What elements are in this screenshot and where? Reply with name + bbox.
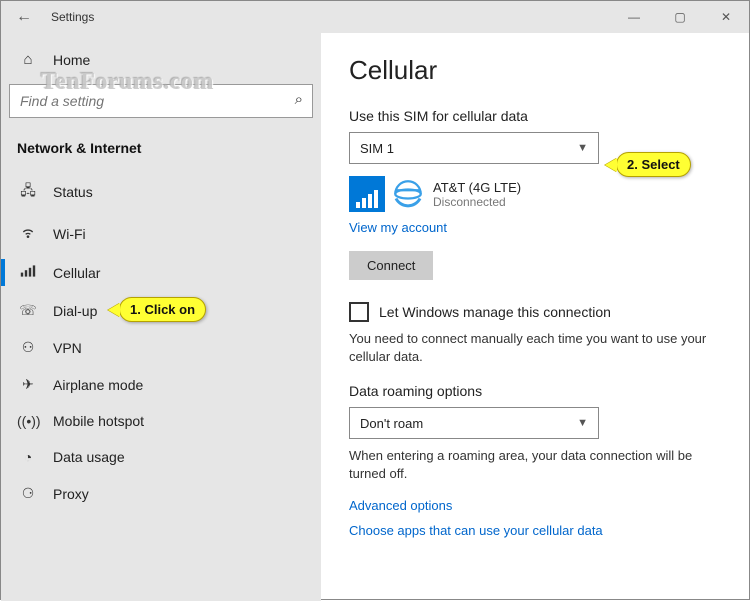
connect-button[interactable]: Connect — [349, 251, 433, 280]
roaming-label: Data roaming options — [349, 383, 721, 399]
titlebar: ← Settings — ▢ ✕ — [1, 1, 749, 33]
nav-cellular[interactable]: Cellular — [9, 253, 313, 292]
chevron-down-icon: ▼ — [577, 417, 588, 429]
close-button[interactable]: ✕ — [703, 1, 749, 33]
roaming-dropdown[interactable]: Don't roam ▼ — [349, 407, 599, 439]
carrier-name: AT&T (4G LTE) — [433, 180, 521, 195]
nav-airplane[interactable]: ✈ Airplane mode — [9, 366, 313, 403]
maximize-button[interactable]: ▢ — [657, 1, 703, 33]
manage-checkbox[interactable] — [349, 302, 369, 322]
sim-dropdown[interactable]: SIM 1 ▼ — [349, 132, 599, 164]
wifi-icon — [17, 224, 39, 243]
carrier-row: AT&T (4G LTE) Disconnected — [349, 176, 721, 212]
cellular-icon — [17, 263, 39, 282]
callout-1: 1. Click on — [119, 297, 206, 322]
nav-wifi[interactable]: Wi-Fi — [9, 214, 313, 253]
window-title: Settings — [47, 10, 94, 24]
dialup-icon: ☏ — [17, 302, 39, 319]
chevron-down-icon: ▼ — [577, 142, 588, 154]
att-logo-icon — [393, 179, 423, 209]
nav-proxy[interactable]: ⚆ Proxy — [9, 475, 313, 512]
sim-label: Use this SIM for cellular data — [349, 108, 721, 124]
home-nav[interactable]: ⌂ Home — [9, 41, 313, 78]
minimize-button[interactable]: — — [611, 1, 657, 33]
advanced-link[interactable]: Advanced options — [349, 498, 452, 513]
search-icon: ⌕ — [295, 91, 303, 108]
carrier-status: Disconnected — [433, 195, 521, 209]
home-label: Home — [39, 52, 90, 68]
data-usage-icon: ◔ — [17, 449, 39, 465]
nav-status[interactable]: 🖧 Status — [9, 170, 313, 214]
search-container: ⌕ — [9, 84, 313, 118]
content-panel: Cellular Use this SIM for cellular data … — [321, 33, 749, 601]
manage-label: Let Windows manage this connection — [379, 304, 611, 320]
category-heading: Network & Internet — [9, 130, 313, 170]
hotspot-icon: ((•)) — [17, 413, 39, 429]
page-heading: Cellular — [349, 55, 721, 86]
sim-selected: SIM 1 — [360, 141, 394, 156]
roaming-desc: When entering a roaming area, your data … — [349, 447, 721, 482]
choose-apps-link[interactable]: Choose apps that can use your cellular d… — [349, 523, 603, 538]
search-input[interactable] — [9, 84, 313, 118]
view-account-link[interactable]: View my account — [349, 220, 447, 235]
back-button[interactable]: ← — [1, 8, 47, 26]
callout-2: 2. Select — [616, 152, 691, 177]
nav-datausage[interactable]: ◔ Data usage — [9, 439, 313, 475]
nav-vpn[interactable]: ⚇ VPN — [9, 329, 313, 366]
airplane-icon: ✈ — [17, 376, 39, 393]
signal-icon — [349, 176, 385, 212]
manage-row: Let Windows manage this connection — [349, 302, 721, 322]
vpn-icon: ⚇ — [17, 339, 39, 356]
status-icon: 🖧 — [17, 180, 39, 204]
roaming-selected: Don't roam — [360, 416, 423, 431]
home-icon: ⌂ — [17, 51, 39, 68]
manage-desc: You need to connect manually each time y… — [349, 330, 721, 365]
nav-hotspot[interactable]: ((•)) Mobile hotspot — [9, 403, 313, 439]
proxy-icon: ⚆ — [17, 485, 39, 502]
